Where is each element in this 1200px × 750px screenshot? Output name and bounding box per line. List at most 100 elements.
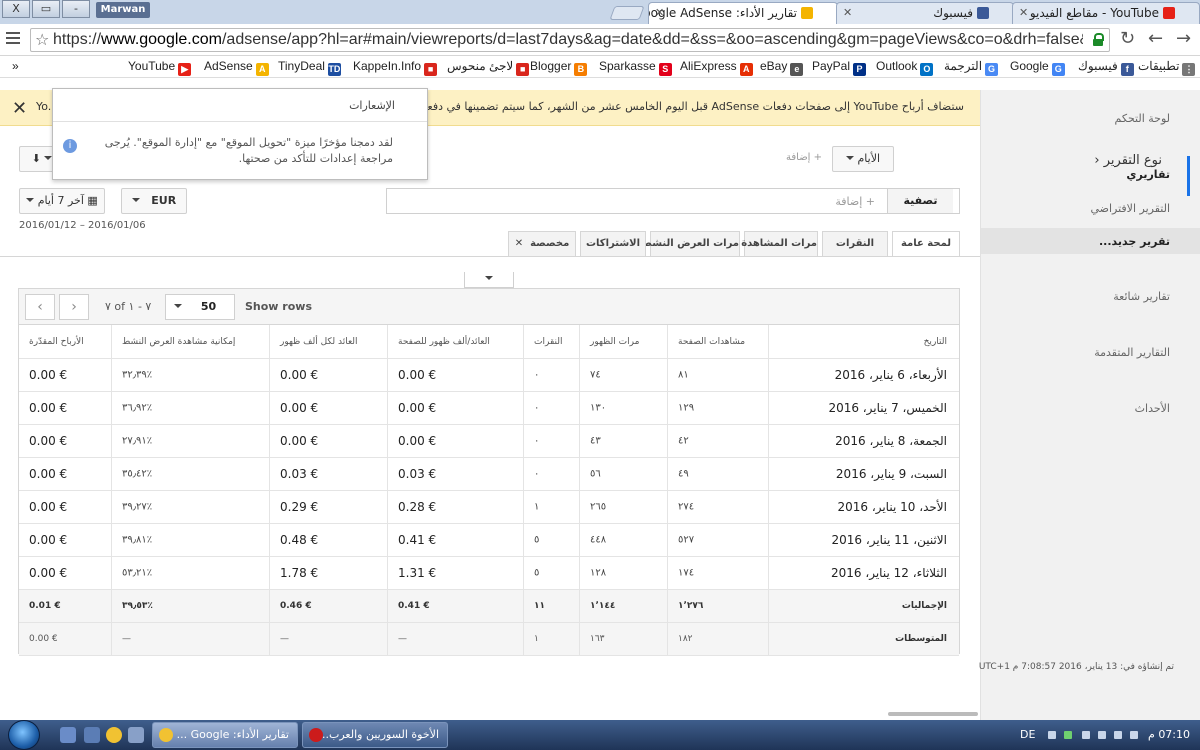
cell-value: ١٬١٤٤ xyxy=(590,601,616,611)
tab-clicks[interactable]: النقرات xyxy=(822,231,888,256)
rows-per-page-select[interactable]: 50 xyxy=(165,294,235,320)
bookmark-label: YouTube xyxy=(128,59,176,73)
collapse-chart-button[interactable] xyxy=(464,272,514,288)
bookmark-item[interactable]: eBay e xyxy=(760,59,804,76)
table-cell: ٨١ xyxy=(667,359,768,391)
bookmark-item[interactable]: تطبيقات ⋮ xyxy=(1138,59,1196,76)
table-cell: — xyxy=(387,623,523,655)
close-icon[interactable]: ✕ xyxy=(843,3,852,23)
profile-button[interactable]: Marwan xyxy=(96,2,150,18)
start-button[interactable] xyxy=(8,720,40,750)
new-tab-button[interactable] xyxy=(609,6,645,20)
menu-icon[interactable] xyxy=(6,32,20,44)
prev-page-button[interactable]: ‹ xyxy=(25,294,55,320)
tab-custom[interactable]: مخصصة ✕ xyxy=(508,231,576,256)
bookmark-item[interactable]: PayPal P xyxy=(812,59,867,76)
tab-adsense[interactable]: تقارير الأداء: Google AdSense ✕ xyxy=(648,2,838,24)
taskbar-task-opera[interactable]: الأخوة السوريين والعرب... xyxy=(302,722,448,748)
add-dimension-link[interactable]: + إضافة xyxy=(786,152,822,163)
table-row: الخميس، 7 يناير، 2016 ١٢٩ ١٣٠ ٠ 0.00 € 0.00 €… xyxy=(19,392,959,425)
table-cell: السبت، 9 يناير، 2016 xyxy=(768,458,961,490)
bookmark-item[interactable]: YouTube ▶ xyxy=(128,59,192,76)
bookmark-item[interactable]: Blogger B xyxy=(530,59,588,76)
sidebar-item-advanced-reports[interactable]: التقارير المتقدمة xyxy=(1094,346,1170,359)
facebook-icon xyxy=(977,7,989,19)
sidebar-item-dashboard[interactable]: لوحة التحكم xyxy=(1115,112,1170,125)
sidebar-item-reports[interactable]: تقاريري xyxy=(1126,168,1170,181)
omnibox[interactable]: ☆ https://www.google.com/adsense/app?hl=… xyxy=(30,28,1110,52)
cell-value: ٥٣٫٢١٪ xyxy=(122,567,153,579)
table-cell: 0.00 € xyxy=(19,425,111,457)
tab-youtube[interactable]: YouTube - مقاطع الفيديو ✕ xyxy=(1012,2,1200,24)
tray-icon[interactable] xyxy=(1048,731,1056,739)
next-page-button[interactable]: › xyxy=(59,294,89,320)
bookmark-item[interactable]: فيسبوك f xyxy=(1078,59,1134,76)
sidebar-item-common-reports[interactable]: تقارير شائعة xyxy=(1113,290,1170,303)
bookmark-item[interactable]: Outlook O xyxy=(876,59,934,76)
tray-icon[interactable] xyxy=(1082,731,1090,739)
bookmarks-overflow[interactable]: » xyxy=(12,59,19,73)
desktop-icon[interactable] xyxy=(84,727,100,743)
close-icon[interactable]: ✕ xyxy=(655,3,664,23)
close-icon[interactable]: ✕ xyxy=(1019,3,1028,23)
report-table: ‹ › ٧ of ٧ - ١ 50 Show rows التاريخ مشاهد… xyxy=(18,288,961,656)
table-cell: ٤٢ xyxy=(667,425,768,457)
clock[interactable]: 07:10 م xyxy=(1148,728,1190,741)
taskbar-task-chrome[interactable]: تقارير الأداء: Google ... xyxy=(152,722,298,748)
media-icon[interactable] xyxy=(128,727,144,743)
forward-icon[interactable]: → xyxy=(1176,28,1191,49)
date-range-text: 2016/01/12 – 2016/01/06 xyxy=(19,220,146,231)
close-icon[interactable]: ✕ xyxy=(515,238,523,249)
url-text[interactable]: https://www.google.com/adsense/app?hl=ar… xyxy=(53,31,1083,49)
tab-active-views[interactable]: مرات العرض النشط xyxy=(642,231,740,256)
sidebar-item-new-report[interactable]: تقرير جديد... xyxy=(1099,235,1170,248)
close-window-button[interactable]: X xyxy=(2,0,30,18)
table-cell: ٥٦ xyxy=(579,458,667,490)
maximize-window-button[interactable]: ▭ xyxy=(32,0,60,18)
signal-icon[interactable] xyxy=(1064,731,1072,739)
volume-icon[interactable] xyxy=(1130,731,1138,739)
back-icon[interactable]: ← xyxy=(1148,28,1163,49)
bookmark-item[interactable]: Sparkasse S xyxy=(599,59,672,76)
filter-bar[interactable]: تصفية + إضافة xyxy=(386,188,960,214)
title-bar: X ▭ - Marwan تقارير الأداء: Google AdSen… xyxy=(0,0,1200,24)
sidebar-scroll-indicator xyxy=(1187,156,1190,196)
cell-value: ٣٩٫٢٧٪ xyxy=(122,501,153,513)
explorer-icon[interactable] xyxy=(60,727,76,743)
sidebar-item-events[interactable]: الأحداث xyxy=(1135,402,1170,415)
close-icon[interactable]: ✕ xyxy=(12,98,27,119)
minimize-window-button[interactable]: - xyxy=(62,0,90,18)
table-cell: 0.00 € xyxy=(19,359,111,391)
tab-subscriptions[interactable]: الاشتراكات xyxy=(580,231,646,256)
bookmark-item[interactable]: Google G xyxy=(1010,59,1065,76)
bookmark-item[interactable]: الترجمة G xyxy=(944,59,999,76)
currency-dropdown[interactable]: EUR xyxy=(121,188,187,214)
table-header-row: التاريخ مشاهدات الصفحة مرات الظهور النقرات ا… xyxy=(19,325,959,359)
chevron-down-icon xyxy=(131,198,140,202)
table-cell: 0.00 € xyxy=(269,425,387,457)
bookmark-item[interactable]: KappeIn.Info ■ xyxy=(353,59,438,76)
bookmark-item[interactable]: TinyDeal TD xyxy=(278,59,341,76)
tab-page-views[interactable]: مرات المشاهدة xyxy=(741,231,818,256)
cell-value: ٤٩ xyxy=(678,468,689,480)
horizontal-scrollbar[interactable] xyxy=(888,712,978,716)
sidebar-item-default-report[interactable]: التقرير الافتراضي xyxy=(1090,202,1170,215)
language-indicator[interactable]: DE xyxy=(1020,728,1035,741)
cell-value: العائد/ألف ظهور للصفحة xyxy=(398,336,490,347)
tray-icon[interactable] xyxy=(1098,731,1106,739)
days-dropdown[interactable]: الأيام xyxy=(832,146,894,172)
star-icon[interactable]: ☆ xyxy=(35,30,49,49)
bookmark-item[interactable]: AdSense A xyxy=(204,59,269,76)
filter-add-link[interactable]: + إضافة xyxy=(835,195,875,208)
table-cell: ١٢٩ xyxy=(667,392,768,424)
tab-overview[interactable]: لمحة عامة xyxy=(892,231,960,257)
tab-facebook[interactable]: فيسبوك ✕ xyxy=(836,2,1014,24)
bookmark-item[interactable]: AliExpress A xyxy=(680,59,753,76)
cell-value: ٥٦ xyxy=(590,468,601,480)
date-range-dropdown[interactable]: ▦ آخر 7 أيام xyxy=(19,188,105,214)
chrome-icon[interactable] xyxy=(106,727,122,743)
bookmark-icon: S xyxy=(658,63,672,76)
bookmark-item[interactable]: لاجئ منحوس ■ xyxy=(447,59,530,76)
reload-icon[interactable]: ↻ xyxy=(1120,28,1135,49)
network-icon[interactable] xyxy=(1114,731,1122,739)
